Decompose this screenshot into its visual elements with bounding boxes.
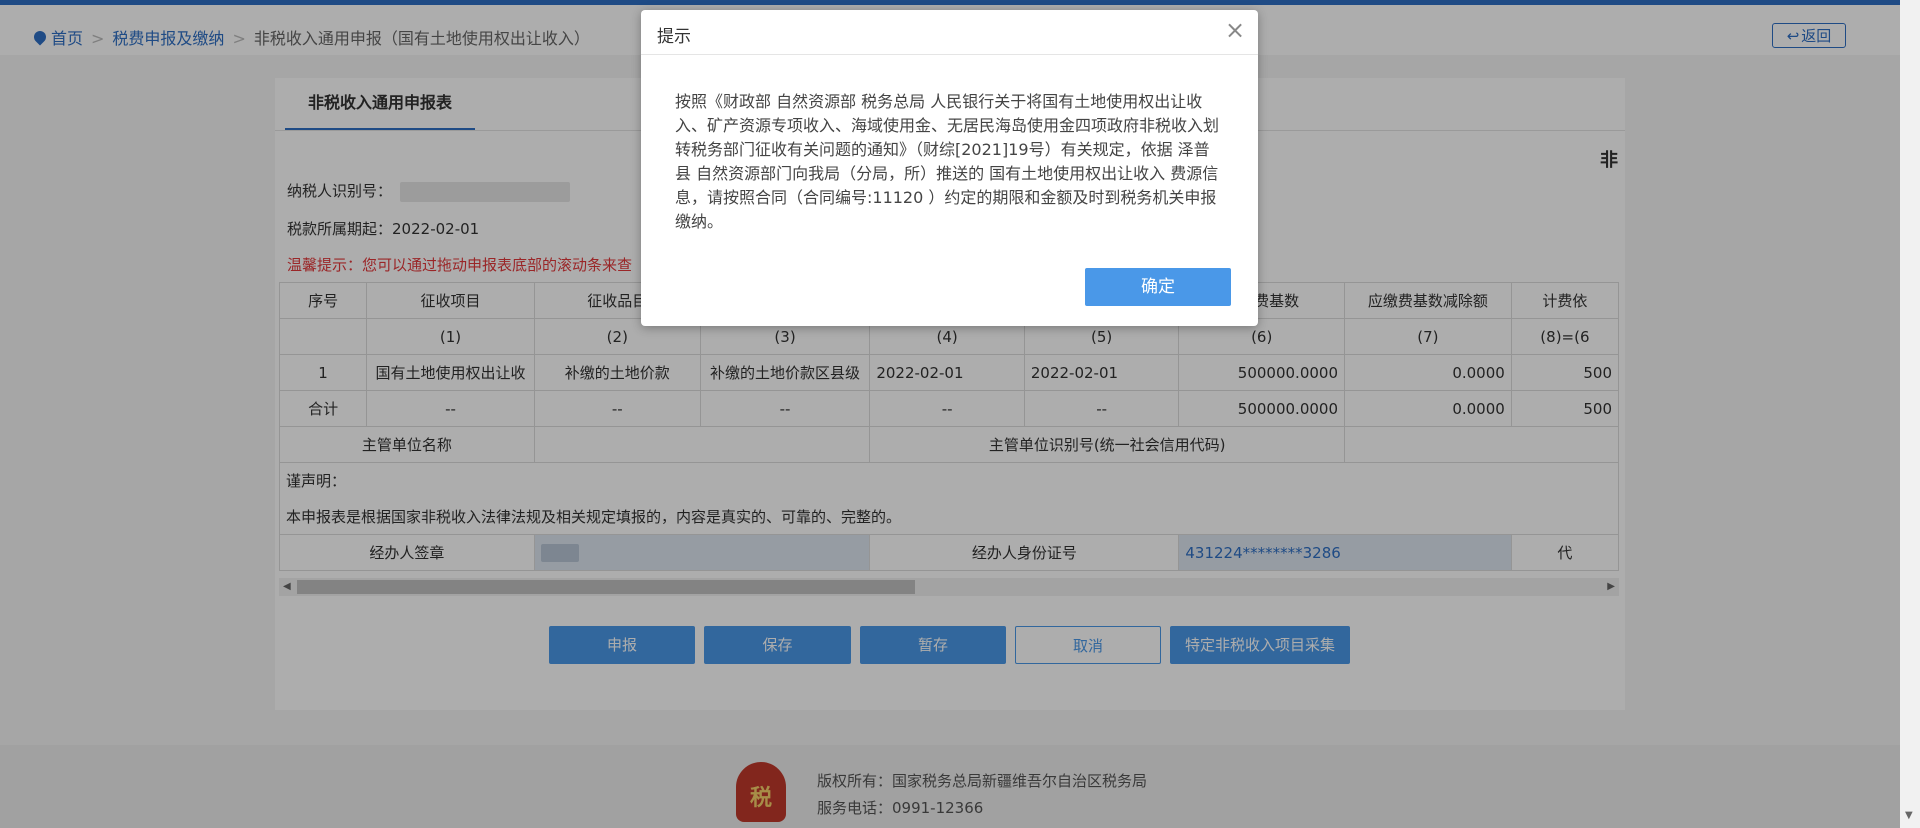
close-icon[interactable]: × bbox=[1225, 18, 1245, 42]
dialog-message: 按照《财政部 自然资源部 税务总局 人民银行关于将国有土地使用权出让收入、矿产资… bbox=[675, 92, 1220, 231]
confirm-button[interactable]: 确定 bbox=[1085, 268, 1231, 306]
dialog-header: 提示 × bbox=[641, 10, 1258, 55]
dialog-title: 提示 bbox=[657, 27, 691, 47]
vertical-scrollbar[interactable]: ▼ bbox=[1900, 0, 1920, 828]
scroll-down-icon[interactable]: ▼ bbox=[1905, 810, 1913, 821]
notice-dialog: 提示 × 按照《财政部 自然资源部 税务总局 人民银行关于将国有土地使用权出让收… bbox=[641, 10, 1258, 326]
